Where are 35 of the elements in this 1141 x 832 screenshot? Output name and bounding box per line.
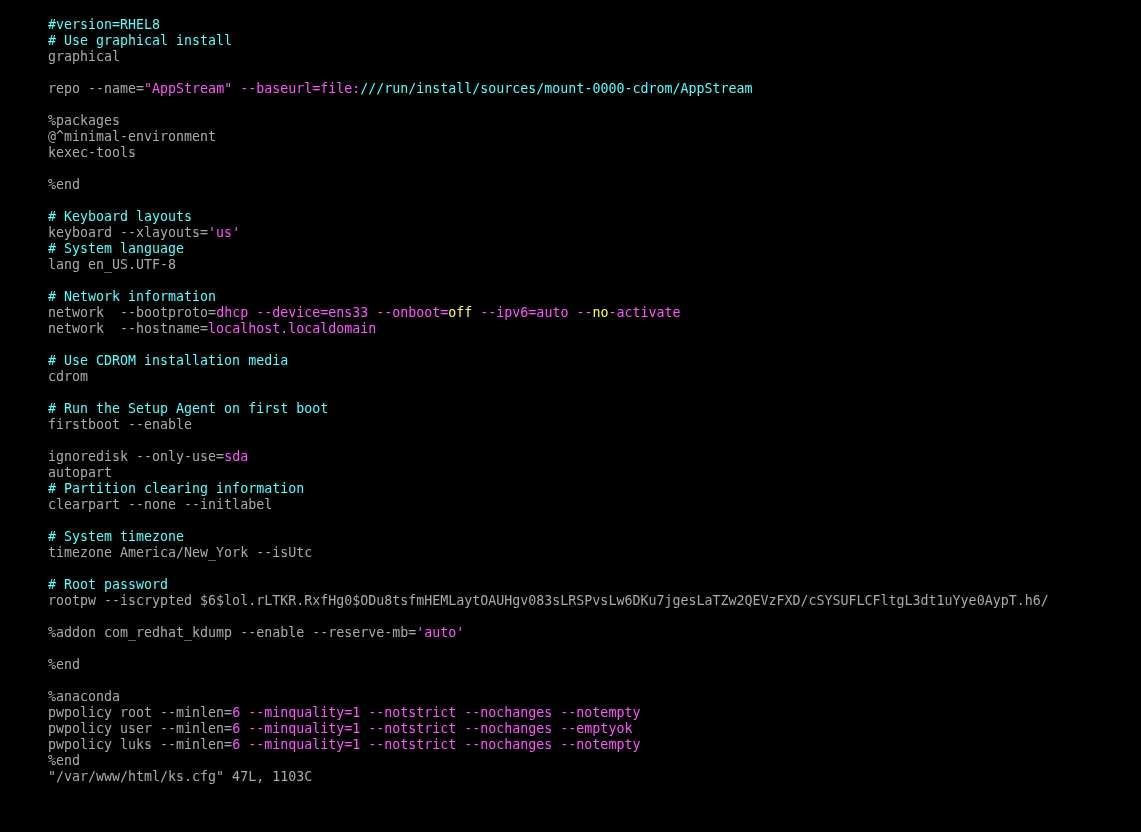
code-line: autopart [48, 465, 113, 481]
code-line: pwpolicy root --minlen=6 --minquality=1 --notstrict --nochanges --notempty [48, 705, 641, 721]
code-line: network --bootproto=dhcp --device=ens33 --onboot=off --ipv6=auto --no-activate [48, 305, 681, 321]
code-line: clearpart --none --initlabel [48, 497, 273, 513]
code-line: pwpolicy user --minlen=6 --minquality=1 --notstrict --nochanges --emptyok [48, 721, 633, 737]
code-line: rootpw --iscrypted $6$lol.rLTKR.RxfHg0$ODu8tsfmHEMLaytOAUHgv083sLRSPvsLw6DKu7jgesLaTZw2QEVzFXD/cSYSUFLCFltgL3dt1uYye0AypT.h6/ [48, 593, 1049, 609]
code-line: pwpolicy luks --minlen=6 --minquality=1 --notstrict --nochanges --notempty [48, 737, 641, 753]
code-line: firstboot --enable [48, 417, 193, 433]
code-line: %end [48, 177, 81, 193]
status-message: "/var/www/html/ks.cfg" 47L, 1103C [48, 769, 313, 785]
code-line: %end [48, 753, 81, 769]
code-line: # Keyboard layouts [48, 209, 193, 225]
code-line: ignoredisk --only-use=sda [48, 449, 249, 465]
code-line: # Network information [48, 289, 217, 305]
code-line: lang en_US.UTF-8 [48, 257, 177, 273]
code-line: # Root password [48, 577, 169, 593]
code-line: #version=RHEL8 [48, 17, 161, 33]
code-line: %packages [48, 113, 121, 129]
code-line: timezone America/New_York --isUtc [48, 545, 313, 561]
code-line: # Use graphical install [48, 33, 233, 49]
code-line: # Run the Setup Agent on first boot [48, 401, 329, 417]
code-line: # System language [48, 241, 185, 257]
code-line: keyboard --xlayouts='us' [48, 225, 241, 241]
code-line: repo --name="AppStream" --baseurl=file:///run/install/sources/mount-0000-cdrom/AppStream [48, 81, 753, 97]
code-line: cdrom [48, 369, 89, 385]
code-line: network --hostname=localhost.localdomain [48, 321, 377, 337]
code-line: @^minimal-environment [48, 129, 217, 145]
code-line: # System timezone [48, 529, 185, 545]
code-line: %end [48, 657, 81, 673]
code-line: kexec-tools [48, 145, 137, 161]
code-line: %addon com_redhat_kdump --enable --reserve-mb='auto' [48, 625, 465, 641]
code-line: # Partition clearing information [48, 481, 305, 497]
code-line: # Use CDROM installation media [48, 353, 289, 369]
code-line: %anaconda [48, 689, 121, 705]
code-line: graphical [48, 49, 121, 65]
